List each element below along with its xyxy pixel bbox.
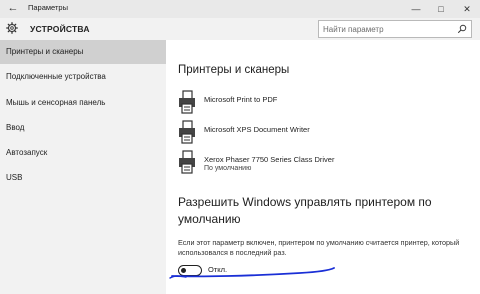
sidebar-item-mouse-touchpad[interactable]: Мышь и сенсорная панель — [0, 91, 166, 115]
sidebar-item-label: Подключенные устройства — [6, 72, 106, 81]
default-printer-toggle[interactable] — [178, 265, 202, 276]
title-bar: ← Параметры — □ ✕ — [0, 0, 480, 18]
sidebar-item-typing[interactable]: Ввод — [0, 116, 166, 140]
toggle-knob — [181, 267, 186, 273]
sidebar-item-autoplay[interactable]: Автозапуск — [0, 141, 166, 165]
maximize-icon[interactable]: □ — [428, 0, 454, 18]
gear-icon — [6, 22, 18, 34]
default-printer-setting-title: Разрешить Windows управлять принтером по… — [178, 195, 432, 226]
sidebar: Принтеры и сканеры Подключенные устройст… — [0, 40, 166, 294]
printer-item[interactable]: Microsoft XPS Document Writer — [178, 120, 468, 146]
toggle-state-label: Откл. — [208, 265, 228, 274]
app-header: УСТРОЙСТВА — [0, 18, 480, 40]
search-icon[interactable] — [457, 24, 467, 34]
printer-name: Microsoft XPS Document Writer — [204, 125, 310, 134]
sidebar-item-connected-devices[interactable]: Подключенные устройства — [0, 65, 166, 89]
sidebar-item-usb[interactable]: USB — [0, 166, 166, 190]
sidebar-item-label: USB — [6, 173, 23, 182]
back-arrow-icon[interactable]: ← — [6, 1, 20, 15]
printer-item[interactable]: Xerox Phaser 7750 Series Class Driver По… — [178, 150, 468, 176]
main-panel: Принтеры и сканеры Microsoft Print to PD… — [166, 40, 480, 294]
sidebar-item-label: Ввод — [6, 123, 25, 132]
sidebar-item-label: Мышь и сенсорная панель — [6, 98, 106, 107]
sidebar-item-label: Принтеры и сканеры — [6, 47, 84, 56]
sidebar-item-printers[interactable]: Принтеры и сканеры — [0, 40, 166, 64]
section-title: Принтеры и сканеры — [178, 64, 290, 76]
sidebar-item-label: Автозапуск — [6, 148, 48, 157]
printer-icon — [179, 120, 195, 144]
minimize-icon[interactable]: — — [403, 0, 429, 18]
page-title: УСТРОЙСТВА — [30, 24, 90, 34]
printer-name: Xerox Phaser 7750 Series Class Driver — [204, 155, 335, 164]
window-title: Параметры — [28, 3, 68, 12]
printer-default-status: По умолчанию — [204, 165, 252, 172]
printer-name: Microsoft Print to PDF — [204, 95, 278, 104]
printer-icon — [179, 150, 195, 174]
printer-icon — [179, 90, 195, 114]
printer-item[interactable]: Microsoft Print to PDF — [178, 90, 468, 116]
setting-description: Если этот параметр включен, принтером по… — [178, 238, 460, 257]
search-box[interactable] — [318, 20, 472, 38]
close-icon[interactable]: ✕ — [454, 0, 480, 18]
search-input[interactable] — [323, 24, 451, 35]
